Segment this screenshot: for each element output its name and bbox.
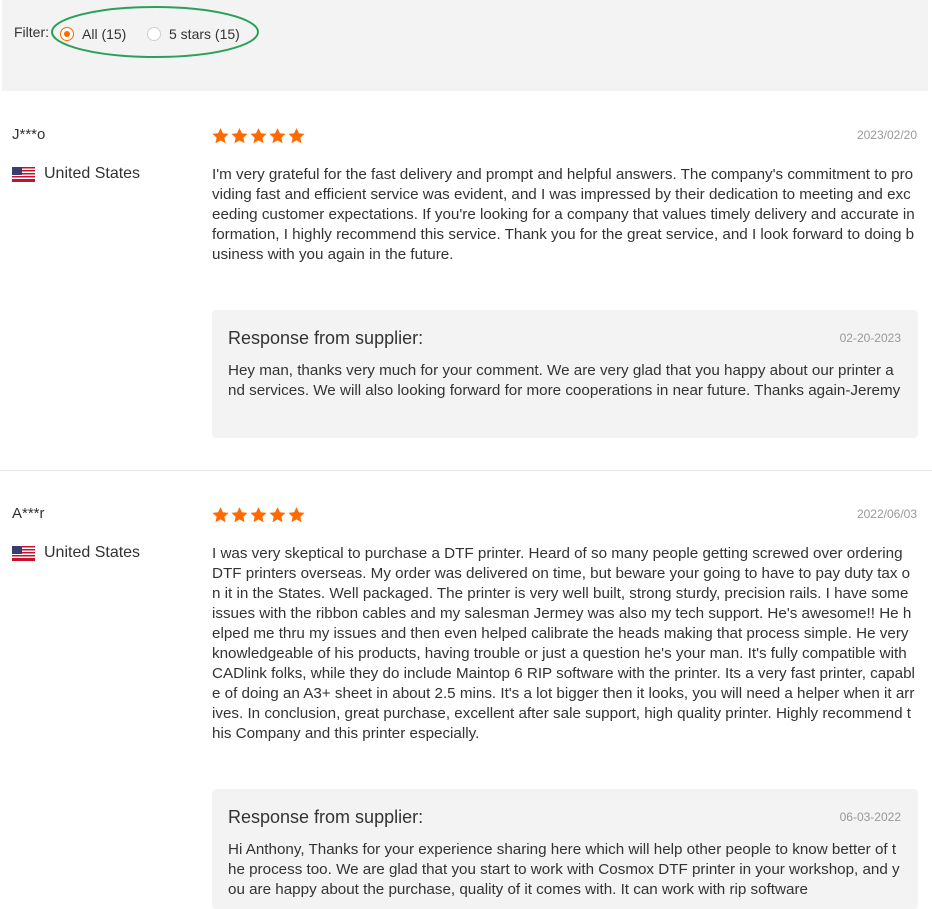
- filter-option-label: All (15): [82, 26, 127, 42]
- reviewer-country: United States: [12, 165, 140, 183]
- review-text: I was very skeptical to purchase a DTF p…: [212, 545, 915, 742]
- us-flag-icon: [12, 545, 35, 561]
- star-rating: [211, 127, 306, 145]
- review-text: I'm very grateful for the fast delivery …: [212, 166, 915, 263]
- star-rating: [211, 506, 306, 524]
- star-icon: [231, 507, 248, 523]
- reviewer-name: A***r: [12, 505, 45, 522]
- response-text: Hey man, thanks very much for your comme…: [228, 362, 901, 399]
- star-icon: [250, 128, 267, 144]
- review-date: 2023/02/20: [856, 128, 917, 142]
- response-text: Hi Anthony, Thanks for your experience s…: [228, 841, 900, 898]
- filter-option-5-stars[interactable]: 5 stars (15): [147, 26, 240, 42]
- star-icon: [231, 128, 248, 144]
- radio-unchecked-icon[interactable]: [147, 27, 161, 41]
- supplier-response: Response from supplier: 02-20-2023 Hey m…: [212, 310, 918, 438]
- filter-bar: Filter: All (15) 5 stars (15): [2, 0, 928, 91]
- country-label: United States: [44, 544, 141, 561]
- radio-checked-icon[interactable]: [60, 27, 74, 41]
- star-icon: [288, 128, 305, 144]
- reviewer-name: J***o: [12, 126, 46, 143]
- reviewer-country: United States: [12, 544, 140, 562]
- star-icon: [212, 128, 229, 144]
- supplier-response: Response from supplier: 06-03-2022 Hi An…: [212, 789, 918, 909]
- star-icon: [212, 507, 229, 523]
- country-label: United States: [44, 165, 141, 182]
- response-title: Response from supplier:: [228, 807, 424, 827]
- review-divider: [0, 470, 932, 471]
- review-date: 2022/06/03: [856, 507, 917, 521]
- filter-option-all[interactable]: All (15): [60, 26, 126, 42]
- response-date: 06-03-2022: [839, 810, 901, 824]
- filter-label: Filter:: [14, 24, 49, 40]
- filter-option-label: 5 stars (15): [169, 26, 240, 42]
- response-date: 02-20-2023: [839, 331, 901, 345]
- response-title: Response from supplier:: [228, 328, 424, 348]
- star-icon: [269, 128, 286, 144]
- star-icon: [269, 507, 286, 523]
- us-flag-icon: [12, 166, 35, 182]
- star-icon: [288, 507, 305, 523]
- star-icon: [250, 507, 267, 523]
